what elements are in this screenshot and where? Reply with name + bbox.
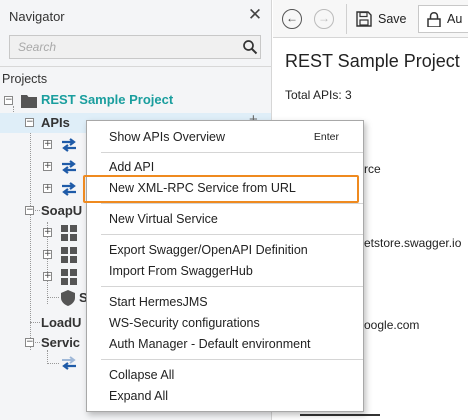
tree-item-label: APIs [41, 115, 70, 130]
tree-item-label: Servic [41, 335, 81, 350]
menu-separator [101, 203, 363, 204]
api-arrows-icon [62, 160, 76, 174]
page-title: REST Sample Project [285, 51, 460, 71]
menu-item-collapse-all[interactable]: Collapse All [87, 365, 363, 385]
divider [0, 66, 272, 67]
expand-toggle[interactable]: + [43, 184, 52, 193]
collapse-toggle[interactable]: − [25, 338, 34, 347]
lock-icon [427, 12, 441, 27]
menu-separator [101, 234, 363, 235]
collapse-toggle[interactable]: − [25, 206, 34, 215]
toolbar: ← → Save Au [273, 0, 468, 38]
tree-line [30, 128, 31, 350]
cropped-heading [300, 414, 380, 420]
grid-icon [61, 225, 77, 241]
search-input[interactable] [10, 36, 238, 58]
grid-icon [61, 247, 77, 263]
api-arrows-icon [62, 182, 76, 196]
api-description-partial: rce [364, 162, 381, 176]
toolbar-separator [346, 4, 347, 34]
save-icon [356, 11, 372, 27]
menu-item-import-swaggerhub[interactable]: Import From SwaggerHub [87, 261, 363, 281]
tree-item-apis[interactable]: APIs [41, 113, 70, 133]
folder-icon [21, 95, 37, 108]
tree-item-label: LoadU [41, 315, 82, 330]
tree-item-label: SoapU [41, 203, 83, 218]
auth-button[interactable]: Au [418, 5, 468, 33]
tree-line [30, 322, 40, 323]
menu-item-label: Show APIs Overview [109, 130, 226, 144]
api-host-partial: etstore.swagger.io [364, 236, 462, 250]
expand-toggle[interactable]: + [43, 272, 52, 281]
menu-item-add-api[interactable]: Add API [87, 157, 363, 177]
back-button[interactable]: ← [282, 9, 302, 29]
projects-label: Projects [2, 72, 48, 86]
menu-item-new-virtual-service[interactable]: New Virtual Service [87, 209, 363, 229]
menu-separator [101, 359, 363, 360]
menu-item-export-swagger[interactable]: Export Swagger/OpenAPI Definition [87, 240, 363, 260]
tree-line [47, 363, 59, 364]
api-arrows-icon [62, 356, 76, 370]
tree-item-soapui[interactable]: SoapU [41, 201, 82, 221]
menu-shortcut: Enter [313, 131, 339, 143]
menu-item-auth-manager[interactable]: Auth Manager - Default environment [87, 334, 363, 354]
menu-item-ws-security[interactable]: WS-Security configurations [87, 313, 363, 333]
navigator-title: Navigator [9, 9, 65, 24]
expand-toggle[interactable]: + [43, 228, 52, 237]
menu-separator [101, 286, 363, 287]
search-box [9, 35, 261, 59]
close-icon[interactable]: ✕ [246, 6, 264, 24]
search-icon[interactable] [242, 39, 258, 55]
shield-icon [61, 290, 75, 306]
api-arrows-icon [62, 138, 76, 152]
context-menu: Show APIs Overview Enter Add API New XML… [86, 120, 364, 412]
expand-toggle[interactable]: + [43, 162, 52, 171]
project-name: REST Sample Project [41, 92, 174, 107]
menu-item-new-xml-rpc-service[interactable]: New XML-RPC Service from URL [87, 178, 363, 198]
tree-line [47, 297, 59, 298]
api-host-partial: oogle.com [364, 318, 420, 332]
forward-button[interactable]: → [314, 9, 334, 29]
expand-toggle[interactable]: + [43, 250, 52, 259]
total-apis-label: Total APIs: 3 [285, 88, 352, 102]
menu-separator [101, 152, 363, 153]
menu-item-start-hermesjms[interactable]: Start HermesJMS [87, 292, 363, 312]
grid-icon [61, 269, 77, 285]
tree-item-loadui[interactable]: LoadU [41, 313, 81, 333]
save-label: Save [378, 12, 407, 26]
tree-item-services[interactable]: Servic [41, 333, 80, 353]
auth-label: Au [447, 12, 463, 26]
menu-item-expand-all[interactable]: Expand All [87, 386, 363, 406]
menu-item-show-apis-overview[interactable]: Show APIs Overview Enter [87, 127, 363, 147]
collapse-toggle[interactable]: − [25, 118, 34, 127]
tree-item-project[interactable]: REST Sample Project [41, 90, 173, 110]
expand-toggle[interactable]: + [43, 140, 52, 149]
collapse-toggle[interactable]: − [4, 96, 13, 105]
